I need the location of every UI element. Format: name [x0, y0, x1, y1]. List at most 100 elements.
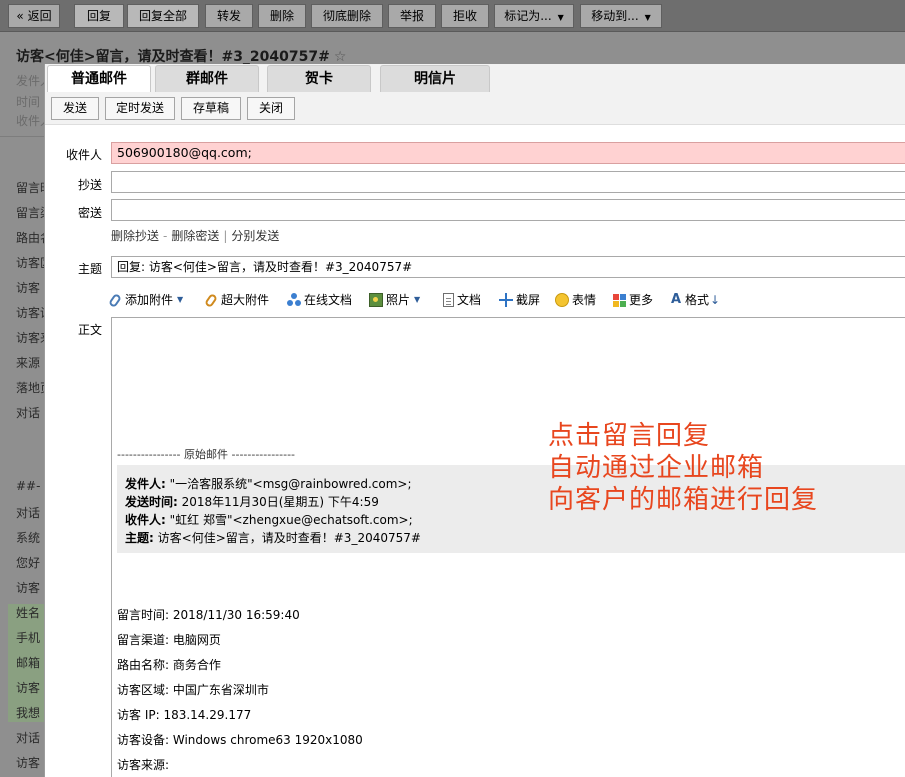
remove-cc-link[interactable]: 删除抄送 — [111, 229, 159, 243]
chevron-down-icon: ▼ — [557, 13, 564, 22]
recipient-options: 删除抄送 - 删除密送 | 分别发送 — [111, 227, 279, 244]
info-line: 留言渠道: 电脑网页 — [117, 633, 221, 647]
scheduled-send-button[interactable]: 定时发送 — [105, 97, 175, 120]
format-button[interactable]: A 格式 ↓ — [670, 292, 720, 308]
quote-from-label: 发件人: — [125, 477, 166, 491]
document-label: 文档 — [457, 293, 482, 307]
document-button[interactable]: 文档 — [443, 292, 481, 308]
quote-from-value: "一洽客服系统"<msg@rainbowred.com>; — [169, 477, 412, 491]
separator: - — [163, 229, 168, 243]
quote-from: 发件人: "一洽客服系统"<msg@rainbowred.com>; — [125, 475, 412, 492]
bg-line: 访客 — [16, 581, 41, 595]
format-label: 格式 — [685, 293, 710, 307]
close-button[interactable]: 关闭 — [247, 97, 295, 120]
info-line: 留言时间: 2018/11/30 16:59:40 — [117, 608, 300, 622]
document-icon — [443, 293, 454, 307]
bcc-label: 密送 — [77, 206, 102, 220]
screenshot-icon — [499, 293, 513, 307]
bg-line: 系统 — [16, 531, 41, 545]
compose-action-bar: 发送 定时发送 存草稿 关闭 — [45, 92, 905, 125]
back-button[interactable]: « 返回 — [8, 4, 60, 28]
move-to-label: 移动到... — [591, 9, 639, 23]
screenshot-label: 截屏 — [516, 293, 541, 307]
compose-tabs: 普通邮件 群邮件 贺卡 明信片 — [45, 64, 905, 93]
quote-time: 发送时间: 2018年11月30日(星期五) 下午4:59 — [125, 493, 379, 510]
email-subject: 访客<何佳>留言，请及时查看！#3_2040757# ☆ — [16, 46, 346, 66]
forward-button[interactable]: 转发 — [205, 4, 253, 28]
bg-line: 对话 — [16, 506, 41, 520]
annotation-line: 向客户的邮箱进行回复 — [548, 485, 819, 515]
quote-subject-label: 主题: — [125, 531, 154, 545]
bg-line: 邮箱 — [16, 656, 41, 670]
reply-button[interactable]: 回复 — [74, 4, 124, 28]
large-paperclip-icon — [203, 292, 219, 308]
original-mail-separator: ---------------- 原始邮件 ---------------- — [117, 448, 296, 461]
time-label: 时间 — [16, 95, 41, 109]
chevron-down-icon[interactable]: ▼ — [414, 292, 420, 308]
subject-field[interactable]: 回复: 访客<何佳>留言，请及时查看！#3_2040757# — [111, 256, 905, 278]
cc-field[interactable] — [111, 171, 905, 193]
subject-label: 主题 — [77, 262, 102, 276]
move-to-dropdown[interactable]: 移动到... ▼ — [580, 4, 662, 28]
grid-icon — [613, 293, 626, 307]
quote-to: 收件人: "虹红 郑雪"<zhengxue@echatsoft.com>; — [125, 511, 413, 528]
bg-line: 我想 — [16, 706, 41, 720]
bg-line: 对话 — [16, 731, 41, 745]
smiley-icon — [555, 293, 569, 307]
tab-group-mail[interactable]: 群邮件 — [155, 65, 259, 92]
divider — [0, 136, 44, 137]
separator: | — [223, 229, 228, 243]
body-label: 正文 — [77, 323, 102, 337]
body-editor[interactable]: ---------------- 原始邮件 ---------------- 发… — [111, 317, 905, 777]
chevron-down-icon[interactable]: ▼ — [177, 292, 183, 308]
quote-to-value: "虹红 郑雪"<zhengxue@echatsoft.com>; — [169, 513, 413, 527]
add-attachment-button[interactable]: 添加附件 ▼ — [107, 292, 183, 308]
tab-greeting-card[interactable]: 贺卡 — [267, 65, 371, 92]
share-nodes-icon — [287, 293, 301, 307]
annotation-line: 点击留言回复 — [548, 421, 711, 451]
screenshot-button[interactable]: 截屏 — [499, 292, 540, 308]
mark-as-dropdown[interactable]: 标记为... ▼ — [494, 4, 574, 28]
bcc-field[interactable] — [111, 199, 905, 221]
tab-normal-mail[interactable]: 普通邮件 — [47, 65, 151, 93]
bg-line: 访客 — [16, 281, 41, 295]
annotation-line: 自动通过企业邮箱 — [548, 453, 765, 483]
emoji-label: 表情 — [572, 293, 597, 307]
photo-button[interactable]: 照片 ▼ — [369, 292, 420, 308]
info-line: 访客区域: 中国广东省深圳市 — [117, 683, 269, 697]
arrow-down-icon: ↓ — [710, 293, 721, 307]
remove-bcc-link[interactable]: 删除密送 — [171, 229, 219, 243]
delete-button[interactable]: 删除 — [258, 4, 306, 28]
more-label: 更多 — [629, 293, 654, 307]
annotation-text: 点击留言回复 自动通过企业邮箱 向客户的邮箱进行回复 — [548, 420, 818, 516]
bg-line: 您好 — [16, 556, 41, 570]
email-subject-text: 访客<何佳>留言，请及时查看！#3_2040757# — [16, 49, 330, 65]
online-doc-button[interactable]: 在线文档 — [287, 292, 352, 308]
tab-postcard[interactable]: 明信片 — [380, 65, 490, 92]
large-attachment-label: 超大附件 — [221, 293, 270, 307]
cc-label: 抄送 — [77, 178, 102, 192]
send-separately-link[interactable]: 分别发送 — [231, 229, 279, 243]
online-doc-label: 在线文档 — [304, 293, 353, 307]
quote-subject-value: 访客<何佳>留言，请及时查看！#3_2040757# — [157, 531, 421, 545]
emoji-button[interactable]: 表情 — [555, 292, 596, 308]
reply-all-button[interactable]: 回复全部 — [127, 4, 199, 28]
report-button[interactable]: 举报 — [388, 4, 436, 28]
mail-toolbar: « 返回 回复 回复全部 转发 删除 彻底删除 举报 拒收 标记为... ▼ 移动… — [0, 0, 905, 32]
mark-as-label: 标记为... — [504, 9, 552, 23]
bg-line: 访客 — [16, 681, 41, 695]
quote-subject: 主题: 访客<何佳>留言，请及时查看！#3_2040757# — [125, 529, 421, 546]
bg-line: 访客 — [16, 756, 41, 770]
photo-icon — [369, 293, 383, 307]
to-label: 收件人 — [65, 148, 102, 162]
more-button[interactable]: 更多 — [613, 292, 653, 308]
save-draft-button[interactable]: 存草稿 — [181, 97, 241, 120]
star-icon[interactable]: ☆ — [334, 49, 347, 65]
info-line: 访客 IP: 183.14.29.177 — [117, 708, 252, 722]
large-attachment-button[interactable]: 超大附件 — [203, 292, 270, 308]
to-field[interactable]: 506900180@qq.com; — [111, 142, 905, 164]
send-button[interactable]: 发送 — [51, 97, 99, 120]
reject-button[interactable]: 拒收 — [441, 4, 489, 28]
delete-permanent-button[interactable]: 彻底删除 — [311, 4, 383, 28]
bg-line: ##- — [16, 479, 41, 493]
